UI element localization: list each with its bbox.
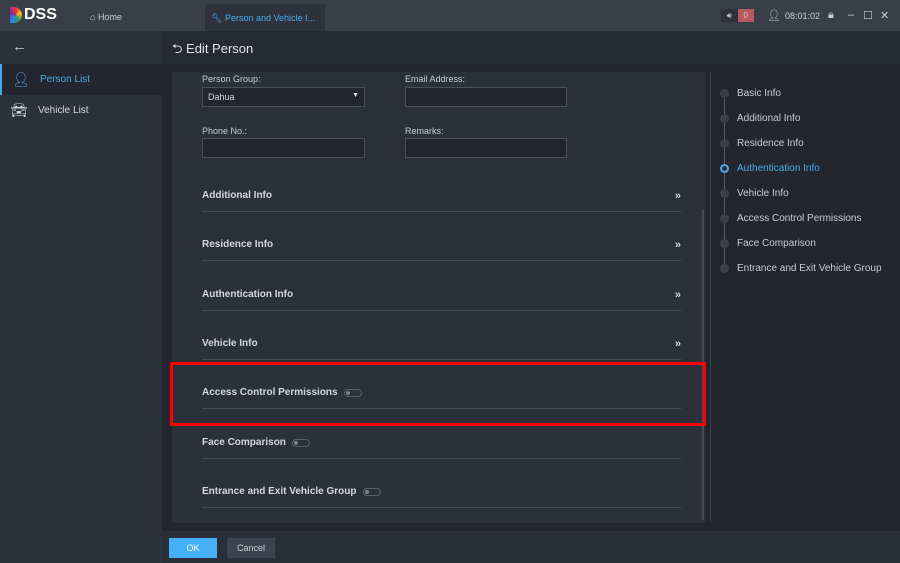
alarm-count: 0: [737, 9, 754, 22]
dss-logo: DSS: [10, 6, 57, 24]
vehicle-list-icon: 🚘︎: [10, 102, 28, 118]
step-authentication-info[interactable]: Authentication Info: [720, 163, 820, 174]
sidebar-item-person-list[interactable]: 👤︎ Person List: [0, 64, 162, 95]
alarm-sound-button[interactable]: 🔊︎ 0: [721, 9, 754, 22]
face-comparison-toggle[interactable]: [291, 439, 310, 447]
expand-icon[interactable]: »: [675, 338, 681, 350]
top-bar: [0, 0, 900, 31]
step-label: Entrance and Exit Vehicle Group: [737, 263, 882, 274]
user-icon[interactable]: 👤︎: [767, 9, 781, 22]
return-icon[interactable]: ⮌: [172, 41, 186, 56]
person-list-icon: 👤︎: [12, 71, 30, 87]
person-group-select[interactable]: Dahua ▼: [202, 87, 365, 107]
step-label: Basic Info: [737, 88, 781, 99]
tab-home-label: Home: [97, 12, 122, 22]
section-face-comparison: Face Comparison: [202, 437, 681, 459]
lock-icon[interactable]: 🔒︎: [828, 9, 834, 22]
step-additional-info[interactable]: Additional Info: [720, 113, 800, 124]
step-dot: [720, 239, 729, 248]
maximize-icon[interactable]: ☐: [863, 9, 873, 22]
section-label: Additional Info: [202, 190, 272, 201]
section-additional-info[interactable]: Additional Info »: [202, 190, 681, 212]
section-label: Entrance and Exit Vehicle Group: [202, 486, 357, 497]
step-dot: [720, 89, 729, 98]
minimize-icon[interactable]: –: [848, 9, 854, 21]
vehicle-group-toggle[interactable]: [362, 488, 381, 496]
step-basic-info[interactable]: Basic Info: [720, 88, 781, 99]
expand-icon[interactable]: »: [675, 239, 681, 251]
expand-icon[interactable]: »: [675, 289, 681, 301]
step-dot: [720, 264, 729, 273]
step-face-comparison[interactable]: Face Comparison: [720, 238, 816, 249]
step-dot: [720, 214, 729, 223]
speaker-icon: 🔊︎: [726, 11, 732, 20]
sidebar-item-vehicle-list[interactable]: 🚘︎ Vehicle List: [0, 95, 162, 126]
person-group-label: Person Group:: [202, 74, 261, 84]
tab-home[interactable]: ⌂ Home: [90, 12, 122, 22]
section-vehicle-info[interactable]: Vehicle Info »: [202, 338, 681, 360]
step-vehicle-info[interactable]: Vehicle Info: [720, 188, 789, 199]
cancel-button[interactable]: Cancel: [227, 538, 275, 558]
step-vehicle-group[interactable]: Entrance and Exit Vehicle Group: [720, 263, 882, 274]
tab-person-vehicle[interactable]: 🔧︎ Person and Vehicle I...: [205, 4, 325, 31]
logo-text: DSS: [24, 6, 57, 23]
step-dot: [720, 164, 729, 173]
sidebar-item-label: Vehicle List: [38, 105, 89, 116]
home-icon: ⌂: [90, 12, 98, 22]
ok-button[interactable]: OK: [169, 538, 217, 558]
step-dot: [720, 139, 729, 148]
step-residence-info[interactable]: Residence Info: [720, 138, 804, 149]
section-authentication-info[interactable]: Authentication Info »: [202, 289, 681, 311]
phone-label: Phone No.:: [202, 126, 248, 136]
remarks-field[interactable]: [405, 138, 567, 158]
step-label: Authentication Info: [737, 163, 820, 174]
expand-icon[interactable]: »: [675, 190, 681, 202]
section-label: Authentication Info: [202, 289, 294, 300]
person-group-value: Dahua: [208, 92, 235, 102]
logo-mark-icon: [10, 7, 22, 23]
page-header: ⮌ Edit Person: [162, 31, 900, 64]
section-label: Residence Info: [202, 239, 274, 250]
email-field[interactable]: [405, 87, 567, 107]
tab-label: Person and Vehicle I...: [224, 13, 315, 23]
remarks-label: Remarks:: [405, 126, 444, 136]
divider: [710, 72, 711, 522]
step-dot: [720, 114, 729, 123]
section-label: Vehicle Info: [202, 338, 258, 349]
step-access-control[interactable]: Access Control Permissions: [720, 213, 861, 224]
highlight-box: [170, 362, 706, 426]
step-label: Additional Info: [737, 113, 801, 124]
back-arrow-icon[interactable]: ←: [12, 38, 27, 55]
step-dot: [720, 189, 729, 198]
section-label: Face Comparison: [202, 437, 286, 448]
email-label: Email Address:: [405, 74, 466, 84]
step-label: Residence Info: [737, 138, 804, 149]
close-icon[interactable]: ✕: [880, 9, 889, 22]
step-label: Access Control Permissions: [737, 213, 862, 224]
chevron-down-icon: ▼: [352, 92, 359, 99]
section-residence-info[interactable]: Residence Info »: [202, 239, 681, 261]
page-title: Edit Person: [186, 41, 254, 56]
step-label: Vehicle Info: [737, 188, 789, 199]
section-vehicle-group: Entrance and Exit Vehicle Group: [202, 486, 681, 508]
sidebar-item-label: Person List: [40, 74, 91, 85]
step-label: Face Comparison: [737, 238, 816, 249]
phone-field[interactable]: [202, 138, 365, 158]
wrench-icon: 🔧︎: [211, 13, 225, 23]
clock: 08:01:02: [785, 11, 821, 21]
